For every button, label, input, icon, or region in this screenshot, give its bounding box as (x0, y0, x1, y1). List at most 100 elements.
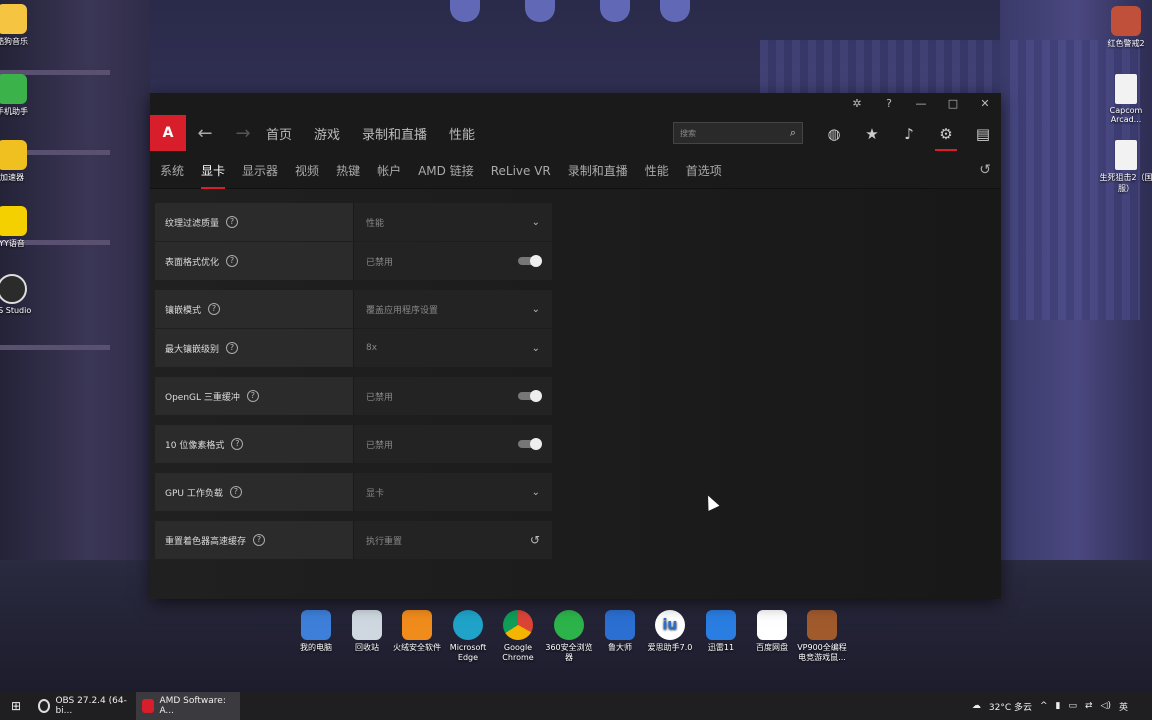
tab-hotkeys[interactable]: 热键 (336, 162, 360, 179)
usb-icon[interactable]: ⇄ (1085, 701, 1093, 711)
help-icon[interactable]: ? (208, 303, 221, 315)
setting-toggle-cell[interactable]: 已禁用 (353, 425, 552, 463)
setting-dropdown[interactable]: 性能 ⌄ (353, 203, 552, 241)
tab-preferences[interactable]: 首选项 (686, 162, 722, 179)
setting-row[interactable]: 镶嵌模式? 覆盖应用程序设置 ⌄ (155, 290, 552, 328)
taskbar-obs[interactable]: OBS 27.2.4 (64-bi... (32, 692, 136, 720)
input-language[interactable]: 英 (1119, 700, 1128, 713)
desktop-icon-vp900[interactable]: VP900全编程电竞游戏鼠... (796, 610, 848, 663)
tab-system[interactable]: 系统 (160, 162, 184, 179)
setting-row[interactable]: 纹理过滤质量? 性能 ⌄ (155, 203, 552, 241)
help-icon[interactable]: ? (226, 255, 239, 267)
setting-label-text: 纹理过滤质量 (165, 218, 220, 229)
help-icon[interactable]: ? (253, 534, 266, 546)
setting-label: OpenGL 三重缓冲? (155, 377, 353, 415)
cloud-icon: ☁ (971, 701, 981, 711)
bug-report-button[interactable]: ✲ (841, 93, 873, 113)
tab-video[interactable]: 视频 (295, 162, 319, 179)
desktop-icon-kugou[interactable]: 酷狗音乐 (0, 4, 42, 47)
desktop-icon-chrome[interactable]: Google Chrome (492, 610, 544, 663)
desktop-icon-label: 生死狙击2（国服） (1099, 173, 1152, 193)
desktop-icon-yy[interactable]: YY语音 (0, 206, 42, 249)
star-icon[interactable]: ★ (861, 123, 883, 145)
desktop-icon-edge[interactable]: Microsoft Edge (442, 610, 494, 663)
setting-dropdown[interactable]: 显卡 ⌄ (353, 473, 552, 511)
chevron-up-icon[interactable]: ^ (1040, 701, 1048, 711)
setting-row[interactable]: 最大镶嵌级别? 8x ⌄ (155, 329, 552, 367)
sidebar-icon[interactable]: ▤ (972, 123, 994, 145)
tab-amd-link[interactable]: AMD 链接 (418, 162, 474, 179)
desktop-icon-recycle-bin[interactable]: 回收站 (341, 610, 393, 653)
accelerator-icon (0, 140, 27, 170)
desktop-icon-shengsi[interactable]: 生死狙击2（国服） (1096, 140, 1152, 194)
help-icon[interactable]: ? (229, 486, 242, 498)
chevron-down-icon: ⌄ (531, 342, 540, 354)
help-icon[interactable]: ? (226, 216, 239, 228)
minimize-button[interactable]: — (905, 93, 937, 113)
help-button[interactable]: ? (873, 93, 905, 113)
toggle-switch[interactable] (518, 390, 542, 402)
setting-row[interactable]: 10 位像素格式? 已禁用 (155, 425, 552, 463)
help-icon[interactable]: ? (226, 342, 239, 354)
taskbar: ⊞ OBS 27.2.4 (64-bi... AMD Software: A..… (0, 692, 1152, 720)
desktop-icon-360[interactable]: 360安全浏览器 (543, 610, 595, 663)
setting-row[interactable]: OpenGL 三重缓冲? 已禁用 (155, 377, 552, 415)
desktop-icon-huorong[interactable]: 火绒安全软件 (391, 610, 443, 653)
setting-row[interactable]: 重置着色器高速缓存? 执行重置 ↺ (155, 521, 552, 559)
help-icon[interactable]: ? (231, 438, 244, 450)
globe-icon[interactable]: ◍ (823, 123, 845, 145)
bell-icon[interactable]: ♪ (898, 123, 920, 145)
tab-display[interactable]: 显示器 (242, 162, 278, 179)
topnav-record-stream[interactable]: 录制和直播 (362, 124, 427, 143)
amd-logo[interactable]: A (150, 115, 186, 151)
tab-graphics[interactable]: 显卡 (201, 162, 226, 189)
microphone-icon[interactable]: ▮ (1056, 701, 1061, 711)
vp900-icon (807, 610, 837, 640)
tab-record-stream[interactable]: 录制和直播 (568, 162, 628, 179)
topnav-home[interactable]: 首页 (266, 124, 292, 143)
toggle-switch[interactable] (518, 255, 542, 267)
setting-label-text: 表面格式优化 (165, 257, 220, 268)
desktop-icon-label: Google Chrome (502, 643, 534, 662)
desktop-icon-accelerator[interactable]: 加速器 (0, 140, 42, 183)
reset-shader-cache-button[interactable]: 执行重置 ↺ (353, 521, 552, 559)
search-input[interactable]: 搜索 ⌕ (673, 122, 803, 144)
maximize-button[interactable]: □ (937, 93, 969, 113)
close-button[interactable]: ✕ (969, 93, 1001, 113)
huorong-icon (402, 610, 432, 640)
setting-row[interactable]: 表面格式优化? 已禁用 (155, 242, 552, 280)
reset-icon[interactable]: ↺ (979, 162, 991, 178)
forward-button[interactable]: → (224, 123, 262, 144)
volume-icon[interactable]: ◁) (1101, 701, 1111, 711)
desktop-icon-phone-helper[interactable]: 手机助手 (0, 74, 42, 117)
setting-label: 纹理过滤质量? (155, 203, 353, 241)
desktop-icon-red-alert[interactable]: 红色警戒2 (1096, 6, 1152, 49)
setting-toggle-cell[interactable]: 已禁用 (353, 377, 552, 415)
tab-performance[interactable]: 性能 (645, 162, 669, 179)
back-button[interactable]: ← (186, 123, 224, 144)
network-icon[interactable]: ▭ (1068, 701, 1077, 711)
desktop-icon-my-computer[interactable]: 我的电脑 (290, 610, 342, 653)
topnav-performance[interactable]: 性能 (449, 124, 475, 143)
desktop-icon-capcom[interactable]: Capcom Arcad... (1096, 74, 1152, 124)
toggle-switch[interactable] (518, 438, 542, 450)
desktop-icon-aisi[interactable]: iu 爱思助手7.0 (644, 610, 696, 653)
weather-text[interactable]: 32°C 多云 (989, 700, 1032, 713)
desktop-icon-baidu-pan[interactable]: 百度网盘 (746, 610, 798, 653)
help-icon[interactable]: ? (246, 390, 259, 402)
desktop-icon-ludashi[interactable]: 鲁大师 (594, 610, 646, 653)
setting-dropdown[interactable]: 覆盖应用程序设置 ⌄ (353, 290, 552, 328)
topnav-games[interactable]: 游戏 (314, 124, 340, 143)
tab-account[interactable]: 帐户 (377, 162, 401, 179)
setting-row[interactable]: GPU 工作负载? 显卡 ⌄ (155, 473, 552, 511)
start-icon[interactable]: ⊞ (0, 692, 32, 720)
tab-relive-vr[interactable]: ReLive VR (491, 164, 551, 178)
taskbar-amd-software[interactable]: AMD Software: A... (136, 692, 240, 720)
gear-icon[interactable]: ⚙ (935, 123, 957, 151)
setting-toggle-cell[interactable]: 已禁用 (353, 242, 552, 280)
desktop-icon-obs[interactable]: BS Studio (0, 274, 42, 315)
task-label: OBS 27.2.4 (64-bi... (55, 696, 127, 716)
desktop-icon-xunlei[interactable]: 迅雷11 (695, 610, 747, 653)
ceiling-lamp (660, 0, 690, 22)
setting-dropdown[interactable]: 8x ⌄ (353, 329, 552, 367)
